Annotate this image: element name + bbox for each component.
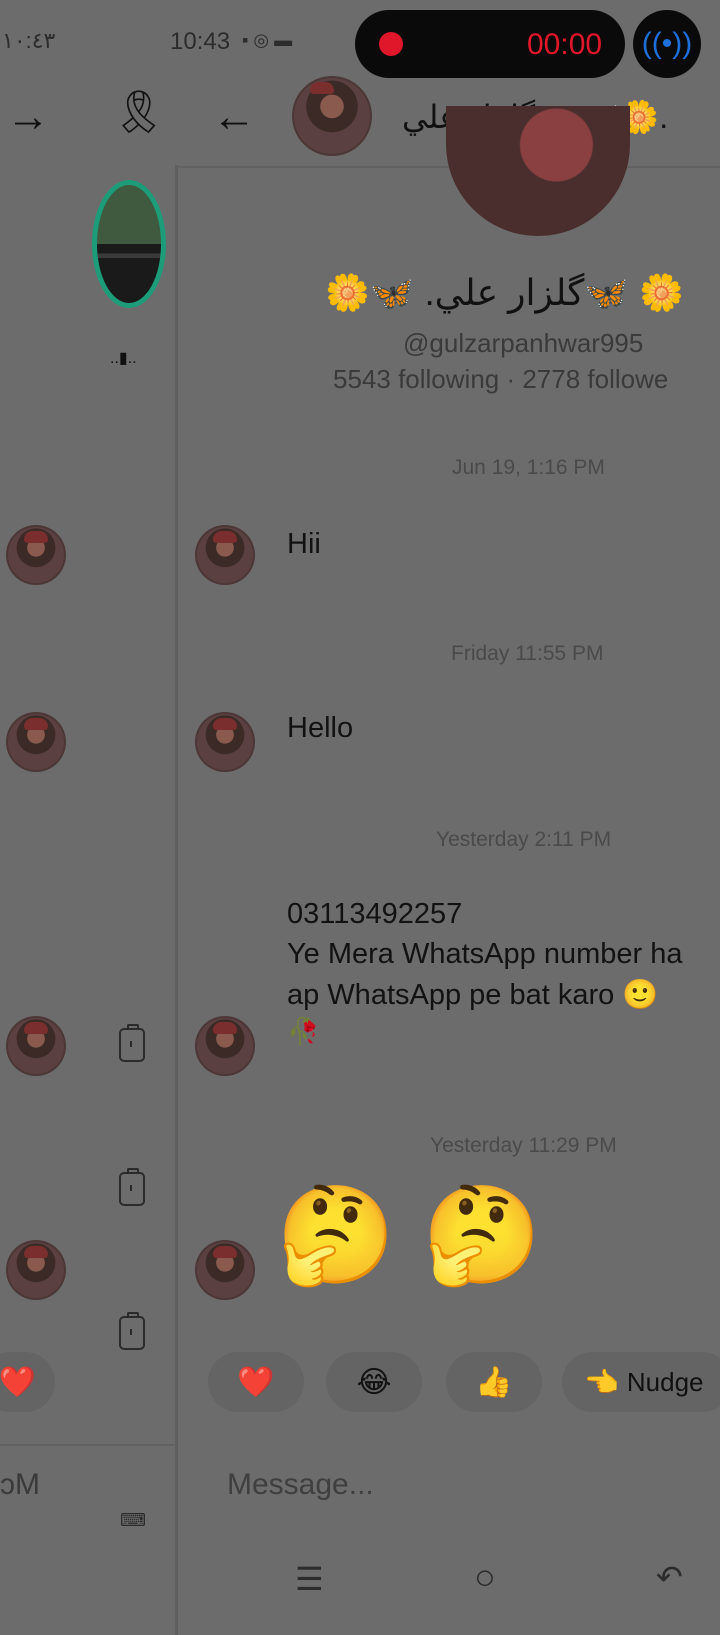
profile-username[interactable]: @gulzarpanhwar995 [403,328,643,359]
sender-avatar[interactable] [195,1016,255,1076]
left-avatar-3[interactable] [6,1016,66,1076]
ribbon-icon[interactable]: 🎗 [112,88,165,137]
message-bubble[interactable]: 03113492257 Ye Mera WhatsApp number ha a… [272,884,720,1059]
status-icons: ▪ ◎ ▬ [242,30,293,50]
left-avatar-4[interactable] [6,1240,66,1300]
battery-icon [119,1312,145,1350]
keyboard-icon[interactable]: ⌨ [120,1510,146,1531]
message-text: Ye Mera WhatsApp number ha [287,938,683,970]
sender-avatar[interactable] [195,525,255,585]
app-logo [92,180,166,308]
broadcast-button[interactable]: ((•)) [633,10,701,78]
profile-photo[interactable] [446,106,630,236]
status-bar: ١٠:٤٣ 10:43 ▪ ◎ ▬ 00:00 ((•)) [0,0,720,80]
profile-stats: 5543 following · 2778 followe [333,364,669,394]
message-text[interactable]: Hii [287,528,321,561]
left-avatar-1[interactable] [6,525,66,585]
left-caption: ..▮.. [110,350,137,367]
back-arrow-icon: ← [212,92,256,141]
nav-home-button[interactable]: ○ [474,1556,496,1598]
forward-button[interactable]: → [6,92,50,142]
nudge-label: Nudge [626,1366,704,1397]
message-timestamp: Yesterday 11:29 PM [430,1134,617,1157]
message-placeholder: Message... [227,1468,374,1501]
battery-icon [119,1168,145,1206]
message-text: 🥀 [287,1016,320,1046]
left-clock: ١٠:٤٣ [2,28,56,53]
emoji-message[interactable]: 🤔 🤔 [276,1180,542,1292]
left-avatar-2[interactable] [6,712,66,772]
nudge-icon: 👈 [584,1366,619,1398]
battery-icon [119,1024,145,1062]
message-timestamp: Jun 19, 1:16 PM [452,456,605,479]
message-timestamp: Friday 11:55 PM [451,642,604,665]
heart-reaction-button[interactable]: ❤️ [208,1352,304,1412]
header-avatar[interactable] [292,76,372,156]
sender-avatar[interactable] [195,1240,255,1300]
composer-separator [0,1444,175,1446]
broadcast-icon: ((•)) [641,27,693,60]
message-timestamp: Yesterday 2:11 PM [436,828,612,851]
back-button[interactable]: ← [212,92,256,142]
panel-divider [175,165,178,1635]
forward-arrow-icon: → [6,92,50,141]
message-text[interactable]: Hello [287,712,353,745]
message-text: 03113492257 [287,898,463,930]
message-input[interactable]: Message... [210,1456,720,1516]
status-time: 10:43 [170,28,231,55]
thumbs-up-reaction-button[interactable]: 👍 [446,1352,542,1412]
nav-menu-button[interactable]: ☰ [295,1560,324,1598]
laugh-reaction-button[interactable]: 😂 [326,1352,422,1412]
left-heart-reaction[interactable]: ❤️ [0,1352,55,1412]
recording-time: 00:00 [527,28,603,61]
nav-back-button[interactable]: ↶ [656,1558,683,1596]
sender-avatar[interactable] [195,712,255,772]
nudge-button[interactable]: 👈 Nudge [562,1352,720,1412]
message-text: ap WhatsApp pe bat karo 🙂 [287,979,659,1011]
recording-pill[interactable]: 00:00 [355,10,625,78]
left-input-fragment: ɔM [0,1468,40,1501]
record-dot-icon [379,32,403,56]
profile-display-name: 🌼🦋 .گلزار علي🦋 🌼 [325,272,685,313]
